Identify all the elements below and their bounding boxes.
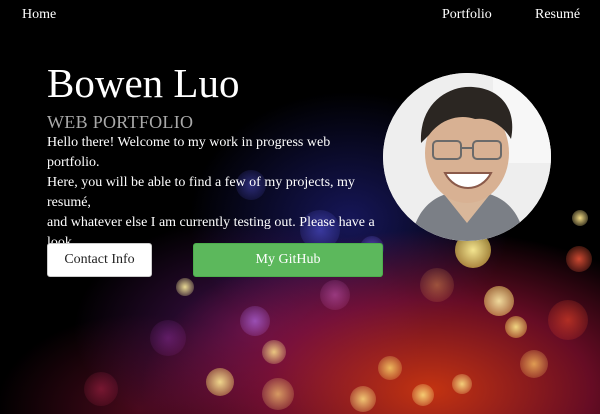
bokeh-light bbox=[262, 378, 294, 410]
bokeh-light bbox=[240, 306, 270, 336]
bokeh-light bbox=[84, 372, 118, 406]
github-button[interactable]: My GitHub bbox=[193, 243, 383, 277]
bokeh-light bbox=[420, 268, 454, 302]
avatar bbox=[383, 73, 551, 241]
bokeh-light bbox=[378, 356, 402, 380]
bokeh-light bbox=[452, 374, 472, 394]
bokeh-light bbox=[505, 316, 527, 338]
bokeh-light bbox=[412, 384, 434, 406]
bokeh-light bbox=[262, 340, 286, 364]
bokeh-light bbox=[566, 246, 592, 272]
bokeh-light bbox=[320, 280, 350, 310]
hero-name: Bowen Luo bbox=[47, 60, 240, 106]
bokeh-light bbox=[548, 300, 588, 340]
bokeh-light bbox=[484, 286, 514, 316]
bokeh-light bbox=[206, 368, 234, 396]
bokeh-light bbox=[176, 278, 194, 296]
bokeh-light bbox=[350, 386, 376, 412]
contact-info-button[interactable]: Contact Info bbox=[47, 243, 152, 277]
nav-link-resume[interactable]: Resumé bbox=[535, 7, 580, 23]
bokeh-light bbox=[520, 350, 548, 378]
bokeh-light bbox=[572, 210, 588, 226]
nav-link-home[interactable]: Home bbox=[22, 7, 56, 23]
profile-photo-icon bbox=[383, 73, 551, 241]
hero-subtitle: WEB PORTFOLIO bbox=[47, 112, 194, 132]
nav-link-portfolio[interactable]: Portfolio bbox=[442, 7, 492, 23]
bokeh-light bbox=[150, 320, 186, 356]
